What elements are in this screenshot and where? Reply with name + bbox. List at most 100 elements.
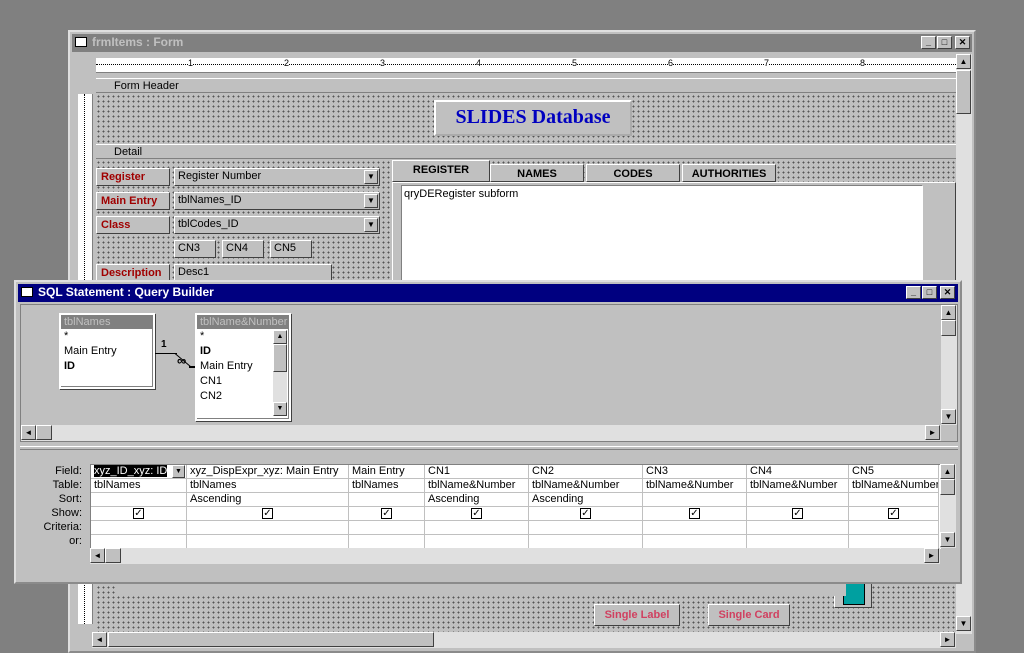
- cn4-field[interactable]: CN4: [222, 240, 264, 258]
- criteria-cell[interactable]: [643, 521, 747, 535]
- table-cell[interactable]: tblName&Number: [643, 479, 747, 493]
- table-pane-hscroll[interactable]: ◄ ►: [21, 425, 941, 441]
- table-cell[interactable]: tblNames: [349, 479, 425, 493]
- table-cell[interactable]: tblNames: [91, 479, 187, 493]
- scroll-left-icon[interactable]: ◄: [92, 632, 107, 647]
- query-builder-titlebar[interactable]: SQL Statement : Query Builder: [18, 284, 958, 302]
- table2-scroll-thumb[interactable]: [273, 344, 287, 372]
- qb-close-button[interactable]: ✕: [940, 286, 955, 299]
- field-cell[interactable]: CN1: [425, 465, 529, 479]
- register-combo[interactable]: Register Number ▼: [174, 168, 380, 186]
- table2-scrollbar[interactable]: ▲ ▼: [273, 330, 287, 416]
- field-cell[interactable]: xyz_DispExpr_xyz: Main Entry: [187, 465, 349, 479]
- or-cell[interactable]: [425, 535, 529, 549]
- show-checkbox[interactable]: ✓: [133, 508, 144, 519]
- field-cell[interactable]: Main Entry: [349, 465, 425, 479]
- list-item[interactable]: *: [64, 329, 153, 344]
- sort-cell[interactable]: Ascending: [425, 493, 529, 507]
- scroll-down-icon[interactable]: ▼: [956, 616, 971, 631]
- grid-scroll-left-icon[interactable]: ◄: [90, 548, 105, 563]
- table-cell[interactable]: tblName&Number: [529, 479, 643, 493]
- form-horizontal-scrollbar[interactable]: ◄ ►: [92, 632, 956, 648]
- form-window-titlebar[interactable]: frmItems : Form: [72, 34, 972, 52]
- table-cell[interactable]: tblName&Number: [747, 479, 849, 493]
- criteria-cell[interactable]: [91, 521, 187, 535]
- or-cell[interactable]: [747, 535, 849, 549]
- table-tblnamenumber[interactable]: tblName&Number * ID Main Entry CN1 CN2 ▲…: [195, 313, 291, 421]
- hscroll-thumb[interactable]: [108, 632, 434, 647]
- header-title-box[interactable]: SLIDES Database: [434, 100, 632, 136]
- grid-vscroll[interactable]: ▲ ▼: [940, 464, 956, 548]
- scroll-up-icon[interactable]: ▲: [956, 54, 971, 69]
- criteria-cell[interactable]: [349, 521, 425, 535]
- sort-cell[interactable]: [349, 493, 425, 507]
- grid-scroll-right-icon[interactable]: ►: [924, 548, 939, 563]
- class-dropdown-icon[interactable]: ▼: [364, 218, 378, 232]
- field-cell[interactable]: CN4: [747, 465, 849, 479]
- table2-scroll-up-icon[interactable]: ▲: [273, 330, 287, 344]
- table-cell[interactable]: tblName&Number: [849, 479, 939, 493]
- show-cell[interactable]: ✓: [425, 507, 529, 521]
- sort-cell[interactable]: [91, 493, 187, 507]
- minimize-button[interactable]: _: [921, 36, 936, 49]
- field-dropdown-icon[interactable]: ▼: [172, 465, 185, 478]
- field-cell[interactable]: ▼ xyz_ID_xyz: ID: [91, 465, 187, 479]
- criteria-cell[interactable]: [425, 521, 529, 535]
- show-checkbox[interactable]: ✓: [792, 508, 803, 519]
- table-pane-vscroll[interactable]: ▲ ▼: [941, 305, 957, 425]
- subform-box[interactable]: qryDERegister subform: [401, 185, 923, 281]
- or-cell[interactable]: [91, 535, 187, 549]
- show-cell[interactable]: ✓: [91, 507, 187, 521]
- table2-scroll-down-icon[interactable]: ▼: [273, 402, 287, 416]
- tab-codes[interactable]: CODES: [586, 164, 680, 182]
- show-cell[interactable]: ✓: [643, 507, 747, 521]
- single-label-button[interactable]: Single Label: [594, 604, 680, 626]
- table-tblnames[interactable]: tblNames * Main Entry ID: [59, 313, 155, 389]
- grid-hscroll[interactable]: ◄ ►: [90, 548, 940, 564]
- scroll-thumb[interactable]: [956, 70, 971, 114]
- field-cell[interactable]: CN3: [643, 465, 747, 479]
- or-cell[interactable]: [643, 535, 747, 549]
- sort-cell[interactable]: [849, 493, 939, 507]
- show-checkbox[interactable]: ✓: [471, 508, 482, 519]
- table-cell[interactable]: tblName&Number: [425, 479, 529, 493]
- cn5-field[interactable]: CN5: [270, 240, 312, 258]
- tp-scroll-up-icon[interactable]: ▲: [941, 305, 956, 320]
- tab-names[interactable]: NAMES: [490, 164, 584, 182]
- maximize-button[interactable]: □: [937, 36, 952, 49]
- table-cell[interactable]: tblNames: [187, 479, 349, 493]
- cn3-field[interactable]: CN3: [174, 240, 216, 258]
- tab-register[interactable]: REGISTER: [392, 160, 490, 182]
- show-cell[interactable]: ✓: [529, 507, 643, 521]
- field-cell[interactable]: CN2: [529, 465, 643, 479]
- tp-scroll-left-icon[interactable]: ◄: [21, 425, 36, 440]
- tp-hscroll-thumb[interactable]: [36, 425, 52, 440]
- show-cell[interactable]: ✓: [747, 507, 849, 521]
- tab-authorities[interactable]: AUTHORITIES: [682, 164, 776, 182]
- grid-scroll-up-icon[interactable]: ▲: [940, 464, 955, 479]
- or-cell[interactable]: [349, 535, 425, 549]
- pane-splitter[interactable]: [20, 446, 958, 450]
- show-checkbox[interactable]: ✓: [580, 508, 591, 519]
- list-item[interactable]: Main Entry: [64, 344, 153, 359]
- grid-hscroll-thumb[interactable]: [105, 548, 121, 563]
- show-cell[interactable]: ✓: [849, 507, 939, 521]
- list-item[interactable]: ID: [64, 359, 153, 374]
- sort-cell[interactable]: [643, 493, 747, 507]
- sort-cell[interactable]: Ascending: [187, 493, 349, 507]
- show-checkbox[interactable]: ✓: [888, 508, 899, 519]
- field-cell[interactable]: CN5: [849, 465, 939, 479]
- class-combo[interactable]: tblCodes_ID ▼: [174, 216, 380, 234]
- show-cell[interactable]: ✓: [187, 507, 349, 521]
- tp-scroll-down-icon[interactable]: ▼: [941, 409, 956, 424]
- criteria-cell[interactable]: [187, 521, 349, 535]
- tp-scroll-thumb[interactable]: [941, 320, 956, 336]
- sort-cell[interactable]: [747, 493, 849, 507]
- sort-cell[interactable]: Ascending: [529, 493, 643, 507]
- show-cell[interactable]: ✓: [349, 507, 425, 521]
- register-dropdown-icon[interactable]: ▼: [364, 170, 378, 184]
- main-entry-dropdown-icon[interactable]: ▼: [364, 194, 378, 208]
- tp-scroll-right-icon[interactable]: ►: [925, 425, 940, 440]
- single-card-button[interactable]: Single Card: [708, 604, 790, 626]
- qb-maximize-button[interactable]: □: [922, 286, 937, 299]
